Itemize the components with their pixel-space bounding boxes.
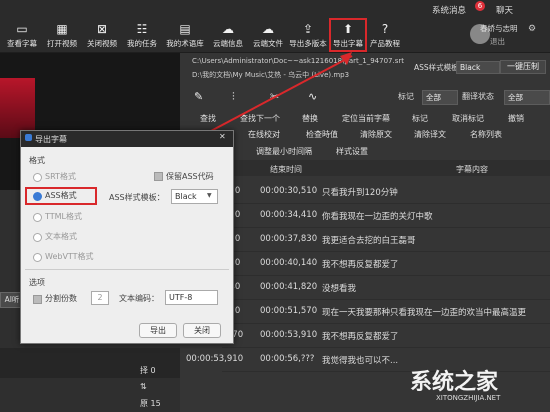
settings-icon[interactable]: ⚙ — [528, 24, 536, 34]
cloud-info-icon: ☁ — [222, 22, 234, 36]
mark-filter-label: 标记 — [398, 92, 414, 101]
split-label: 分割份数 — [45, 294, 77, 303]
srt-radio[interactable] — [33, 173, 42, 182]
logout-link[interactable]: 退出 — [490, 36, 505, 47]
table-row[interactable]: 14000:00:41,820没想看我 — [222, 276, 550, 300]
translation-status-label: 翻译状态 — [462, 92, 494, 101]
close-icon[interactable]: ✕ — [219, 132, 226, 141]
export-subtitle-dialog: 导出字幕 ✕ 格式 SRT格式 ASS格式 TTML格式 文本格式 WebVTT… — [20, 130, 234, 344]
mark-button[interactable]: 标记 — [412, 113, 428, 124]
table-row[interactable]: 82000:00:51,570现在一天我要那种只看我现在一边歪的欢当中最高温更 — [222, 300, 550, 324]
video-frame-image — [0, 78, 35, 138]
toolbar-cloud-info[interactable]: ☁ 云端信息 — [206, 22, 250, 49]
dialog-close-button[interactable]: 关闭 — [183, 323, 221, 338]
options-section-label: 选项 — [29, 278, 45, 287]
watermark-text: 系统之家 — [410, 370, 499, 395]
clear-original-button[interactable]: 清除原文 — [360, 129, 392, 140]
divider — [25, 269, 229, 270]
ass-template-label: ASS样式模板 — [414, 63, 459, 72]
app-icon — [25, 134, 32, 141]
toolbar-open-video[interactable]: ▦ 打开视频 — [40, 22, 84, 49]
task-icon: ☷ — [136, 22, 148, 36]
notification-badge: 6 — [475, 1, 485, 11]
watermark-url: XITONGZHIJIA.NET — [436, 394, 501, 402]
export-multi-icon: ⇪ — [302, 22, 314, 36]
user-name: 春娇与志明 — [480, 24, 518, 33]
toolbar-my-tasks[interactable]: ☷ 我的任务 — [120, 22, 164, 49]
unmark-button[interactable]: 取消标记 — [452, 113, 484, 124]
table-row[interactable]: 41000:00:37,830我更适合去挖的白王磊哥 — [222, 228, 550, 252]
one-click-encode-button[interactable]: 一键压制 — [500, 60, 546, 74]
toolbar-export-multi[interactable]: ⇪ 导出多版本 — [284, 22, 332, 49]
name-list-button[interactable]: 名称列表 — [470, 129, 502, 140]
chat-link[interactable]: 聊天 — [496, 4, 513, 16]
ttml-label: TTML格式 — [45, 212, 82, 221]
export-button[interactable]: 导出 — [139, 323, 177, 338]
split-count-input[interactable]: 2 — [91, 291, 109, 305]
keep-ass-label: 保留ASS代码 — [166, 172, 214, 181]
keep-ass-checkbox[interactable] — [154, 172, 163, 181]
text-label: 文本格式 — [45, 232, 77, 241]
table-row[interactable]: 00:00:51,57000:00:53,910我不想再反复都爱了 — [186, 324, 550, 348]
dialog-title-bar: 导出字幕 ✕ — [21, 131, 233, 147]
ass-template-select[interactable]: Black — [456, 61, 500, 74]
sort-icon[interactable]: ⇅ — [140, 382, 147, 391]
cloud-file-icon: ☁ — [262, 22, 274, 36]
select-count: 择 0 — [140, 366, 156, 375]
webvtt-label: WebVTT格式 — [45, 252, 94, 261]
toolbar-product-tutorial[interactable]: ? 产品教程 — [363, 22, 407, 49]
highlight-box — [329, 18, 367, 52]
table-row[interactable]: 51000:00:34,410你看我现在一边歪的关灯中歌 — [222, 204, 550, 228]
ass-radio[interactable] — [33, 192, 42, 201]
chevron-down-icon: ▼ — [207, 192, 212, 199]
glossary-icon: ▤ — [179, 22, 191, 36]
format-section-label: 格式 — [29, 156, 45, 165]
toolbar-view-subtitle[interactable]: ▭ 查看字幕 — [0, 22, 44, 49]
text-radio[interactable] — [33, 233, 42, 242]
title-bar: 系统消息 6 聊天 — [0, 0, 550, 20]
toolbar-glossary[interactable]: ▤ 我的术语库 — [163, 22, 207, 49]
ass-label: ASS格式 — [45, 191, 77, 200]
content-header: 字幕内容 — [456, 165, 488, 174]
toolbar-close-video[interactable]: ⊠ 关闭视频 — [80, 22, 124, 49]
system-message-link[interactable]: 系统消息 — [432, 4, 466, 16]
clear-translation-button[interactable]: 清除译文 — [414, 129, 446, 140]
undo-button[interactable]: 撤销 — [508, 113, 524, 124]
watermark-logo: 系统之家 XITONGZHIJIA.NET — [400, 360, 548, 408]
close-video-icon: ⊠ — [96, 22, 108, 36]
encoding-label: 文本编码： — [119, 294, 159, 303]
split-checkbox[interactable] — [33, 295, 42, 304]
webvtt-radio[interactable] — [33, 253, 42, 262]
open-video-icon: ▦ — [56, 22, 68, 36]
ass-template-dialog-label: ASS样式模板： — [109, 193, 165, 202]
help-icon: ? — [381, 22, 389, 36]
translation-status-select[interactable]: 全部 — [504, 90, 550, 105]
original-count: 原 15 — [140, 399, 161, 408]
view-subtitle-icon: ▭ — [16, 22, 28, 36]
encoding-select[interactable]: UTF-8 — [165, 290, 218, 305]
ttml-radio[interactable] — [33, 213, 42, 222]
dialog-title: 导出字幕 — [35, 135, 67, 144]
mark-filter-select[interactable]: 全部 — [422, 90, 458, 105]
srt-label: SRT格式 — [45, 172, 76, 181]
table-row[interactable]: 83000:00:40,140我不想再反复都爱了 — [222, 252, 550, 276]
